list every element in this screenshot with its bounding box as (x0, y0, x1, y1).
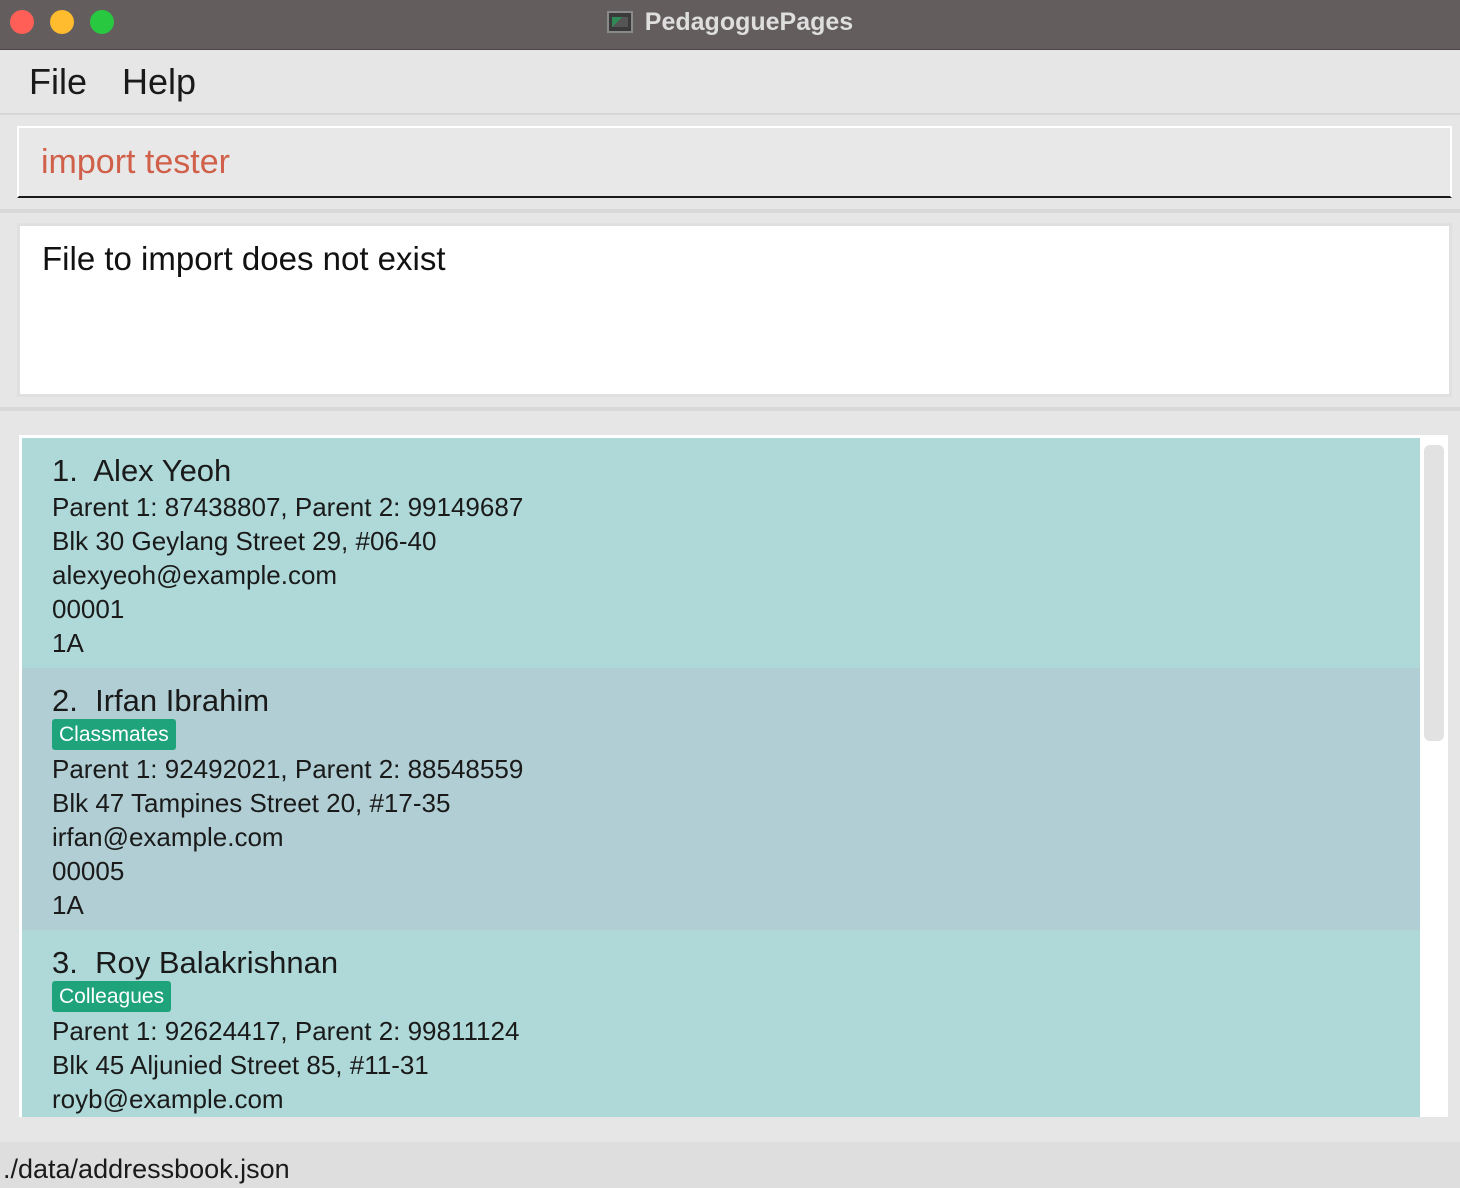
status-bar: ./data/addressbook.json (0, 1142, 1460, 1188)
person-name: 3. Roy Balakrishnan (52, 945, 339, 980)
command-input[interactable] (19, 128, 1450, 196)
menu-bar: File Help (0, 51, 1460, 115)
person-phones: Parent 1: 87438807, Parent 2: 99149687 (52, 492, 524, 522)
title-bar: PedagoguePages (0, 0, 1460, 50)
person-name: 2. Irfan Ibrahim (52, 683, 270, 718)
person-email: alexyeoh@example.com (52, 560, 338, 590)
person-email: irfan@example.com (52, 822, 284, 852)
result-message: File to import does not exist (42, 240, 446, 277)
person-class: 1A (52, 890, 84, 920)
person-phones: Parent 1: 92624417, Parent 2: 99811124 (52, 1016, 520, 1046)
person-id: 00001 (52, 594, 125, 624)
list-scrollbar[interactable] (1424, 445, 1444, 741)
person-address: Blk 45 Aljunied Street 85, #11-31 (52, 1050, 429, 1080)
person-card[interactable]: 3. Roy Balakrishnan Colleagues Parent 1:… (22, 930, 1420, 1117)
person-list-panel: 1. Alex Yeoh Parent 1: 87438807, Parent … (17, 433, 1450, 1119)
person-phones: Parent 1: 92492021, Parent 2: 88548559 (52, 754, 524, 784)
window-title: PedagoguePages (644, 7, 854, 36)
menu-help[interactable]: Help (122, 61, 196, 103)
divider (0, 407, 1460, 411)
person-name: 1. Alex Yeoh (52, 453, 232, 488)
person-address: Blk 47 Tampines Street 20, #17-35 (52, 788, 451, 818)
command-box (17, 126, 1452, 198)
app-icon (606, 11, 633, 33)
divider (0, 209, 1460, 213)
save-location-path: ./data/addressbook.json (3, 1154, 290, 1184)
result-display: File to import does not exist (17, 223, 1452, 397)
tag-badge: Colleagues (52, 981, 172, 1012)
tag-badge: Classmates (52, 719, 176, 750)
person-card[interactable]: 1. Alex Yeoh Parent 1: 87438807, Parent … (22, 438, 1420, 668)
person-email: royb@example.com (52, 1084, 284, 1114)
person-address: Blk 30 Geylang Street 29, #06-40 (52, 526, 437, 556)
person-list[interactable]: 1. Alex Yeoh Parent 1: 87438807, Parent … (22, 438, 1420, 1117)
person-class: 1A (52, 628, 84, 658)
person-card[interactable]: 2. Irfan Ibrahim Classmates Parent 1: 92… (22, 668, 1420, 930)
person-id: 00005 (52, 856, 125, 886)
menu-file[interactable]: File (29, 61, 87, 103)
